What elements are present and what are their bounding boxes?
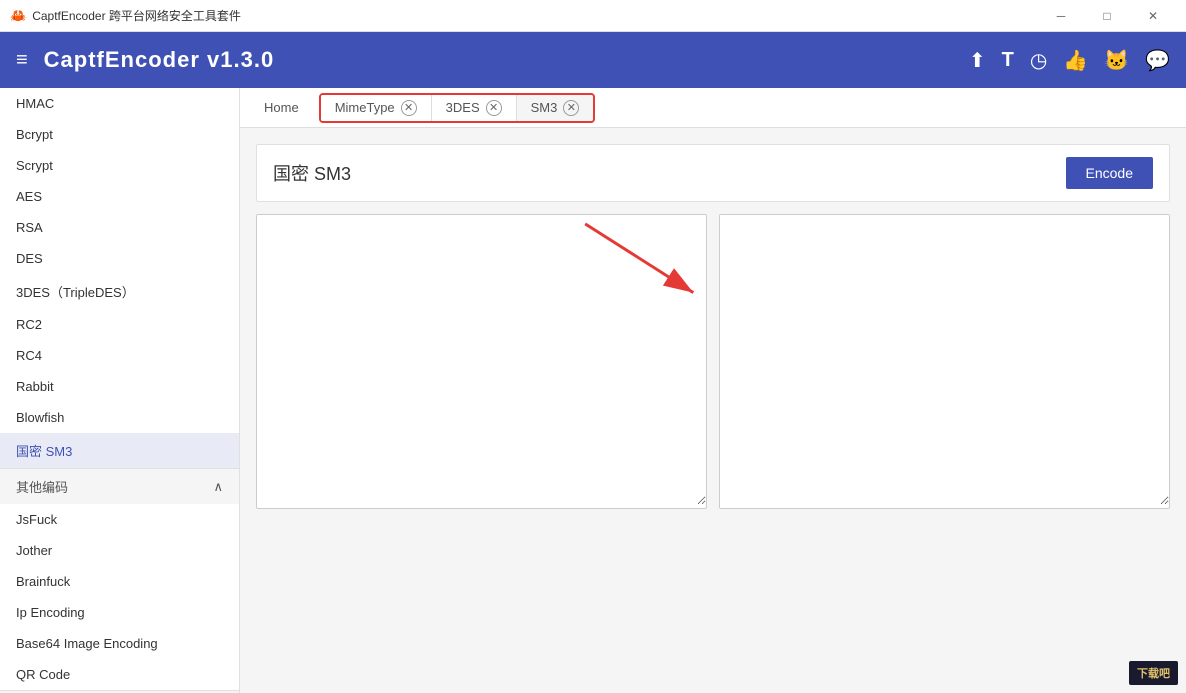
tab-sm3-close[interactable]: ✕ [563, 100, 579, 116]
sidebar-item-rc4[interactable]: RC4 [0, 340, 239, 371]
font-icon[interactable]: T [1002, 49, 1014, 72]
title-bar-text: CaptfEncoder 跨平台网络安全工具套件 [32, 7, 1038, 24]
encode-button[interactable]: Encode [1066, 157, 1153, 189]
input-textarea[interactable] [257, 215, 706, 505]
sidebar-item-3des[interactable]: 3DES（TripleDES） [0, 274, 239, 309]
sidebar-item-jsfuck[interactable]: JsFuck [0, 504, 239, 535]
sidebar-item-hmac[interactable]: HMAC [0, 88, 239, 119]
sidebar-item-des[interactable]: DES [0, 243, 239, 274]
tab-sm3-label: SM3 [531, 100, 558, 115]
sidebar-item-scrypt[interactable]: Scrypt [0, 150, 239, 181]
page-title: 国密 SM3 [273, 160, 351, 186]
tab-mimetype-label: MimeType [335, 100, 395, 115]
tab-3des[interactable]: 3DES ✕ [432, 95, 517, 121]
sidebar-item-qrcode[interactable]: QR Code [0, 659, 239, 690]
wechat-icon[interactable]: 💬 [1145, 48, 1170, 73]
tab-sm3[interactable]: SM3 ✕ [517, 95, 594, 121]
tab-3des-close[interactable]: ✕ [486, 100, 502, 116]
header-icons: ⬆ T ◷ 👍 🐱 💬 [969, 48, 1170, 73]
input-textarea-box [256, 214, 707, 509]
main-layout: HMAC Bcrypt Scrypt AES RSA DES 3DES（Trip… [0, 88, 1186, 693]
watermark: 下载吧 [1129, 661, 1178, 685]
sidebar-item-jother[interactable]: Jother [0, 535, 239, 566]
sidebar-item-base64-image[interactable]: Base64 Image Encoding [0, 628, 239, 659]
sidebar-section-other-encoding-label: 其他编码 [16, 477, 68, 496]
sidebar-item-rsa[interactable]: RSA [0, 212, 239, 243]
page-header: 国密 SM3 Encode [256, 144, 1170, 202]
app-header: ≡ CaptfEncoder v1.3.0 ⬆ T ◷ 👍 🐱 💬 [0, 32, 1186, 88]
textareas-row [256, 214, 1170, 509]
content-area: Home MimeType ✕ 3DES ✕ SM3 ✕ 国密 S [240, 88, 1186, 693]
menu-icon[interactable]: ≡ [16, 49, 28, 72]
like-icon[interactable]: 👍 [1063, 48, 1088, 73]
sidebar-section-other-encoding-icon: ∧ [213, 479, 223, 495]
github-icon[interactable]: 🐱 [1104, 48, 1129, 73]
tab-bar: Home MimeType ✕ 3DES ✕ SM3 ✕ [240, 88, 1186, 128]
history-icon[interactable]: ◷ [1030, 48, 1047, 73]
tab-mimetype-close[interactable]: ✕ [401, 100, 417, 116]
title-bar-icon: 🦀 [10, 8, 26, 24]
sidebar-item-brainfuck[interactable]: Brainfuck [0, 566, 239, 597]
output-textarea-box [719, 214, 1170, 509]
tab-home[interactable]: Home [248, 92, 315, 123]
sidebar-item-sm3[interactable]: 国密 SM3 [0, 433, 239, 468]
tab-3des-label: 3DES [446, 100, 480, 115]
sidebar: HMAC Bcrypt Scrypt AES RSA DES 3DES（Trip… [0, 88, 240, 693]
title-bar: 🦀 CaptfEncoder 跨平台网络安全工具套件 ─ □ ✕ [0, 0, 1186, 32]
sidebar-item-bcrypt[interactable]: Bcrypt [0, 119, 239, 150]
sidebar-item-rc2[interactable]: RC2 [0, 309, 239, 340]
output-textarea[interactable] [720, 215, 1169, 505]
title-bar-controls: ─ □ ✕ [1038, 0, 1176, 32]
minimize-button[interactable]: ─ [1038, 0, 1084, 32]
maximize-button[interactable]: □ [1084, 0, 1130, 32]
sidebar-item-rabbit[interactable]: Rabbit [0, 371, 239, 402]
sidebar-item-ip-encoding[interactable]: Ip Encoding [0, 597, 239, 628]
sidebar-item-aes[interactable]: AES [0, 181, 239, 212]
sidebar-section-other-encoding[interactable]: 其他编码 ∧ [0, 468, 239, 504]
page-content: 国密 SM3 Encode [240, 128, 1186, 693]
sidebar-item-blowfish[interactable]: Blowfish [0, 402, 239, 433]
tab-mimetype[interactable]: MimeType ✕ [321, 95, 432, 121]
textareas-section [256, 214, 1170, 509]
close-button[interactable]: ✕ [1130, 0, 1176, 32]
tabs-group: MimeType ✕ 3DES ✕ SM3 ✕ [319, 93, 596, 123]
app-title: CaptfEncoder v1.3.0 [44, 47, 969, 73]
upload-icon[interactable]: ⬆ [969, 48, 986, 73]
